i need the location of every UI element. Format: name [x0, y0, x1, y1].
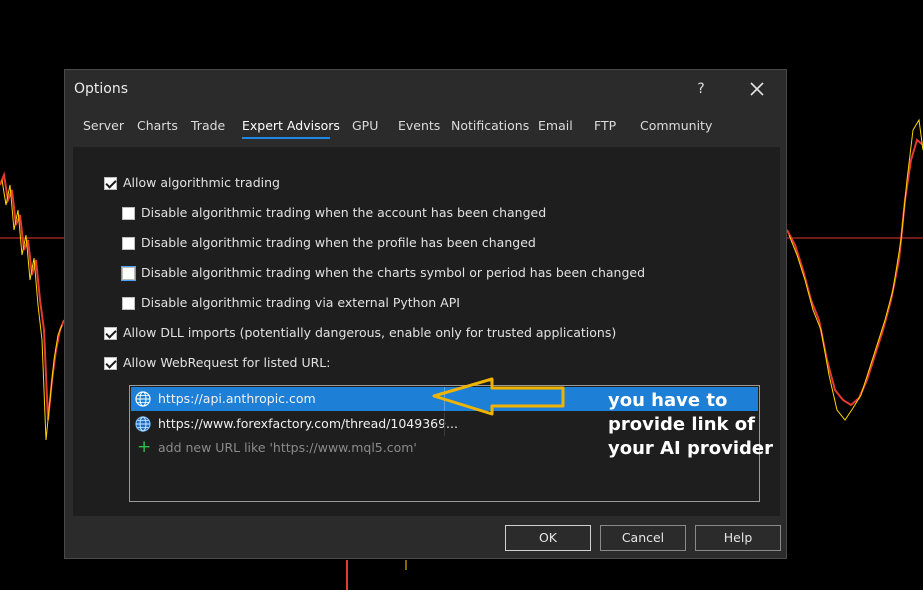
right-price-series	[786, 138, 923, 407]
disable-python-api-checkbox[interactable]	[122, 297, 135, 310]
tab-server[interactable]: Server	[83, 118, 124, 133]
right-wick-series	[788, 118, 923, 421]
annotation-callout: you have to provide link of your AI prov…	[608, 389, 773, 461]
disable-on-account-change-checkbox[interactable]	[122, 207, 135, 220]
disable-python-api-label: Disable algorithmic trading via external…	[141, 295, 460, 310]
disable-on-profile-change-checkbox[interactable]	[122, 237, 135, 250]
help-icon-button[interactable]: ?	[691, 79, 711, 99]
help-button[interactable]: Help	[695, 525, 781, 551]
options-dialog: Options ? Server Charts Trade Expert Adv…	[64, 69, 787, 559]
allow-webrequest-label: Allow WebRequest for listed URL:	[123, 355, 331, 370]
disable-on-profile-change-label: Disable algorithmic trading when the pro…	[141, 235, 536, 250]
allow-webrequest-checkbox[interactable]	[104, 357, 117, 370]
tab-bar: Server Charts Trade Expert Advisors GPU …	[74, 115, 779, 145]
left-wick-series	[1, 179, 63, 441]
ok-button[interactable]: OK	[505, 525, 591, 551]
tab-ftp[interactable]: FTP	[594, 118, 616, 133]
annotation-line: you have to	[608, 390, 728, 411]
url-text: https://api.anthropic.com	[158, 391, 316, 406]
allow-algo-trading-checkbox[interactable]	[104, 177, 117, 190]
cancel-button[interactable]: Cancel	[600, 525, 686, 551]
disable-on-symbol-change-checkbox[interactable]	[122, 267, 135, 280]
close-icon[interactable]	[745, 78, 769, 100]
disable-on-account-change-label: Disable algorithmic trading when the acc…	[141, 205, 547, 220]
annotation-arrow-icon	[432, 377, 565, 416]
tab-charts[interactable]: Charts	[137, 118, 178, 133]
tab-trade[interactable]: Trade	[191, 118, 225, 133]
plus-icon: +	[137, 437, 152, 457]
tab-expert-advisors[interactable]: Expert Advisors	[242, 118, 340, 133]
allow-algo-trading-label: Allow algorithmic trading	[123, 175, 280, 190]
tab-gpu[interactable]: GPU	[352, 118, 378, 133]
annotation-line: your AI provider	[608, 438, 773, 459]
tab-community[interactable]: Community	[640, 118, 712, 133]
active-tab-indicator	[242, 137, 330, 139]
annotation-line: provide link of	[608, 414, 755, 435]
globe-icon	[135, 416, 151, 432]
url-text: https://www.forexfactory.com/thread/1049…	[158, 416, 458, 431]
dialog-title: Options	[74, 81, 129, 97]
allow-dll-imports-label: Allow DLL imports (potentially dangerous…	[123, 325, 617, 340]
add-url-placeholder: add new URL like 'https://www.mql5.com'	[158, 440, 417, 455]
tab-events[interactable]: Events	[398, 118, 440, 133]
left-price-series	[0, 171, 65, 421]
tab-notifications[interactable]: Notifications	[451, 118, 529, 133]
disable-on-symbol-change-label: Disable algorithmic trading when the cha…	[141, 265, 646, 280]
tab-email[interactable]: Email	[538, 118, 573, 133]
dialog-titlebar: Options ?	[65, 70, 786, 108]
globe-icon	[135, 391, 151, 407]
allow-dll-imports-checkbox[interactable]	[104, 327, 117, 340]
